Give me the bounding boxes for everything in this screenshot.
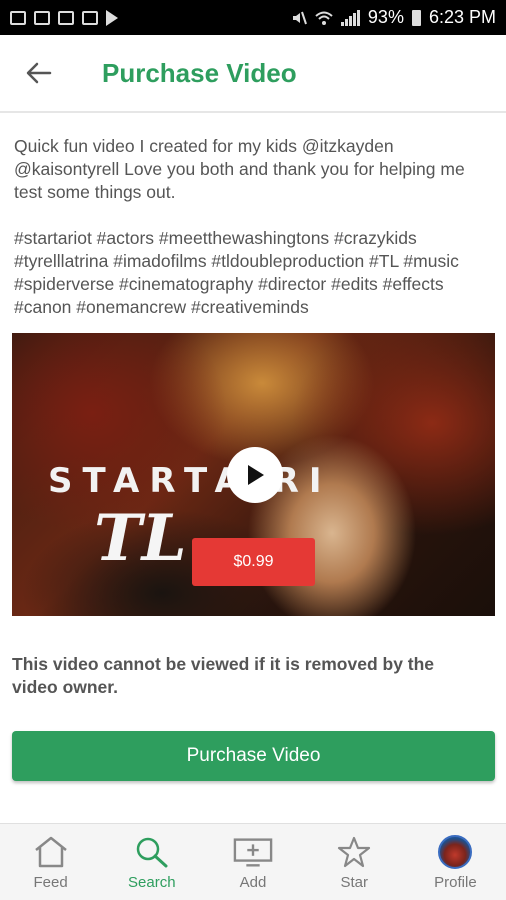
status-bar: 93% 6:23 PM	[0, 0, 506, 35]
page-title: Purchase Video	[102, 57, 297, 88]
price-button[interactable]: $0.99	[192, 538, 315, 586]
notification-icon	[10, 10, 26, 25]
mute-icon	[292, 11, 307, 24]
battery-icon	[411, 9, 421, 26]
signal-icon	[340, 9, 360, 26]
home-icon	[31, 834, 71, 870]
nav-label-add: Add	[239, 873, 267, 891]
bottom-nav: Feed Search Add Star Profile	[0, 823, 506, 900]
wifi-icon	[315, 11, 333, 25]
play-store-icon	[106, 9, 118, 26]
nav-item-feed[interactable]: Feed	[0, 824, 101, 900]
removal-notice: This video cannot be viewed if it is rem…	[12, 654, 435, 697]
nav-item-star[interactable]: Star	[304, 824, 405, 900]
arrow-left-icon	[26, 62, 52, 84]
play-button[interactable]	[227, 447, 283, 503]
video-description: Quick fun video I created for my kids @i…	[14, 136, 465, 202]
play-icon	[248, 465, 264, 485]
mail-icon	[34, 10, 50, 25]
video-title-text: STARTA RI	[48, 461, 332, 501]
nav-item-profile[interactable]: Profile	[405, 824, 506, 900]
app-header: Purchase Video	[0, 35, 506, 113]
battery-percent: 93%	[367, 7, 404, 27]
avatar	[438, 834, 473, 869]
main-content[interactable]: Quick fun video I created for my kids @i…	[0, 113, 506, 823]
back-button[interactable]	[14, 48, 64, 98]
search-icon	[132, 834, 172, 870]
nav-label-feed: Feed	[33, 873, 68, 891]
video-subtitle-text: TL	[94, 501, 187, 576]
purchase-video-button[interactable]: Purchase Video	[12, 731, 495, 781]
star-icon	[334, 834, 374, 870]
calendar-icon	[82, 10, 98, 25]
image-icon	[58, 10, 74, 25]
video-hashtags: #startariot #actors #meetthewashingtons …	[14, 228, 459, 317]
notification-icons	[10, 9, 118, 26]
nav-label-search: Search	[128, 873, 176, 891]
add-icon	[233, 834, 273, 870]
nav-label-profile: Profile	[434, 873, 477, 891]
clock: 6:23 PM	[428, 7, 496, 27]
nav-label-star: Star	[340, 873, 368, 891]
video-thumbnail[interactable]: STARTA RI TL $0.99	[12, 333, 495, 616]
nav-item-search[interactable]: Search	[101, 824, 202, 900]
nav-item-add[interactable]: Add	[202, 824, 303, 900]
system-icons: 93% 6:23 PM	[291, 7, 496, 28]
